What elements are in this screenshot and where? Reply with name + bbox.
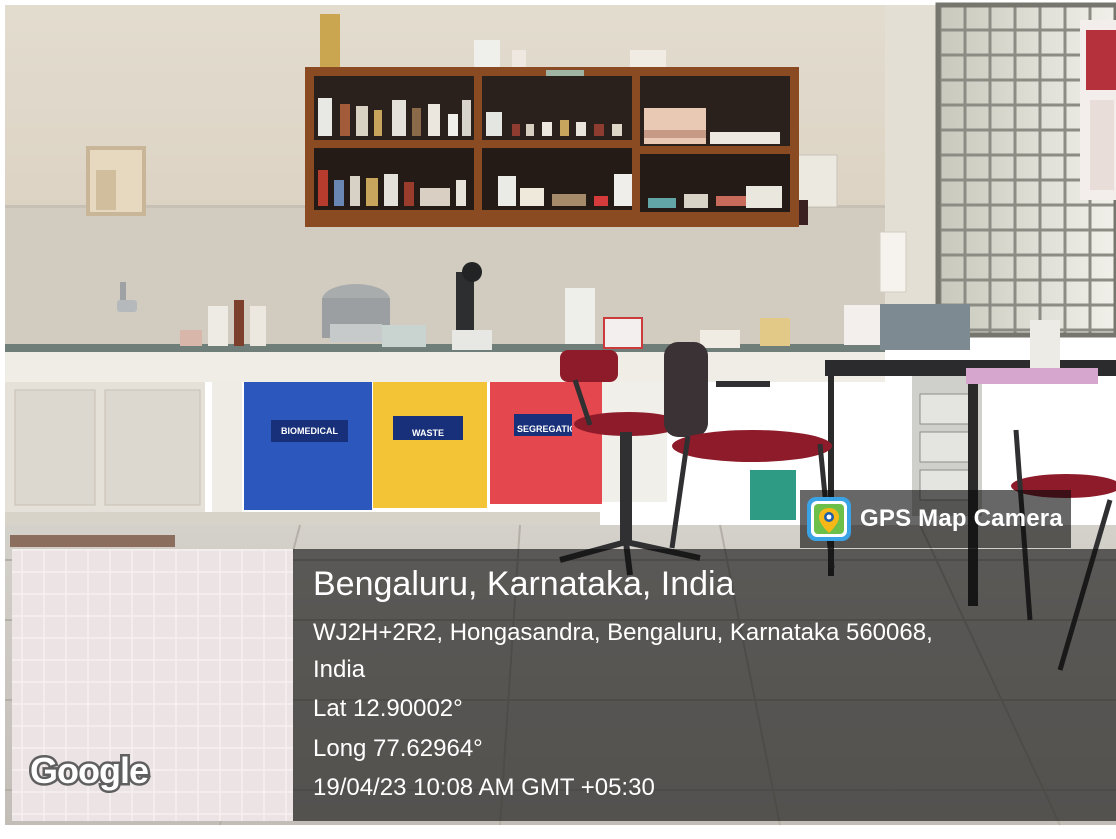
address-line-1: WJ2H+2R2, Hongasandra, Bengaluru, Karnat… <box>313 619 933 646</box>
address-line-2: India <box>313 656 366 683</box>
map-box: Google <box>12 549 293 821</box>
gps-map-camera-label: GPS Map Camera <box>860 505 1063 532</box>
longitude-text: Long 77.62964° <box>313 735 483 762</box>
gps-map-camera-icon <box>807 497 851 541</box>
google-logo: Google <box>28 748 152 794</box>
location-title: Bengaluru, Karnataka, India <box>313 565 735 603</box>
cabinet-label-biomedical: BIOMEDICAL <box>281 426 338 436</box>
location-info-panel: Bengaluru, Karnataka, India WJ2H+2R2, Ho… <box>293 549 1116 821</box>
datetime-text: 19/04/23 10:08 AM GMT +05:30 <box>313 774 655 801</box>
google-logo-text: Google <box>30 750 148 791</box>
latitude-text: Lat 12.90002° <box>313 695 463 722</box>
lab-photo-scene: GPS Map Camera Google Bengaluru, Karnata… <box>0 0 1116 839</box>
cabinet-label-segregation: SEGREGATION <box>517 424 572 434</box>
gps-map-camera-badge: GPS Map Camera <box>800 490 1071 548</box>
cabinet-label-waste: WASTE <box>411 428 444 438</box>
